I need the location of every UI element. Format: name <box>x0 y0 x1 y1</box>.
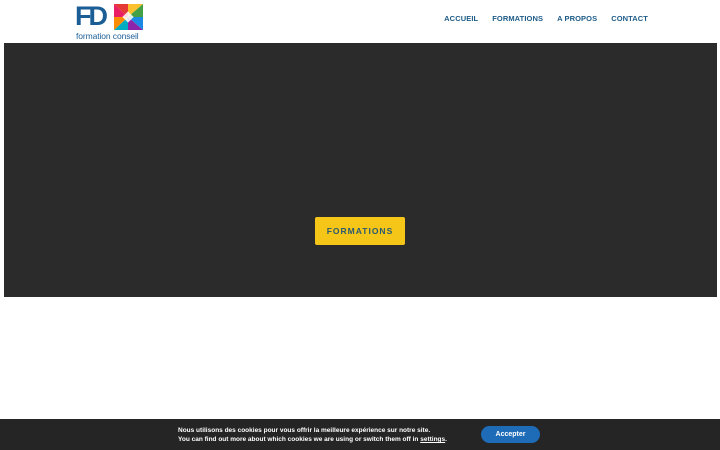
cookie-message-line-2: You can find out more about which cookie… <box>178 435 447 444</box>
cookie-message-line-2-text: You can find out more about which cookie… <box>178 436 419 443</box>
main-nav: ACCUEIL FORMATIONS A PROPOS CONTACT <box>444 14 648 23</box>
logo[interactable]: FD formation conseil <box>75 1 145 41</box>
cookie-message-line-2-end: . <box>445 436 447 443</box>
site-header: FD formation conseil ACCUEIL FORMATIONS … <box>0 0 720 43</box>
cookie-message: Nous utilisons des cookies pour vous off… <box>178 426 447 444</box>
cookie-consent-bar: Nous utilisons des cookies pour vous off… <box>0 419 720 450</box>
page: FD formation conseil ACCUEIL FORMATIONS … <box>0 0 720 450</box>
logo-tagline: formation conseil <box>76 31 139 41</box>
nav-item-contact[interactable]: CONTACT <box>611 14 648 23</box>
nav-item-formations[interactable]: FORMATIONS <box>492 14 543 23</box>
accept-cookies-button[interactable]: Accepter <box>481 426 540 443</box>
logo-mosaic-icon <box>114 4 143 30</box>
hero-banner: FORMATIONS <box>4 43 717 297</box>
cookie-settings-link[interactable]: settings <box>420 436 445 443</box>
nav-item-a-propos[interactable]: A PROPOS <box>557 14 597 23</box>
cookie-message-line-1: Nous utilisons des cookies pour vous off… <box>178 427 431 434</box>
logo-letters: FD <box>75 1 108 31</box>
formations-cta-button[interactable]: FORMATIONS <box>315 217 405 245</box>
nav-item-accueil[interactable]: ACCUEIL <box>444 14 478 23</box>
